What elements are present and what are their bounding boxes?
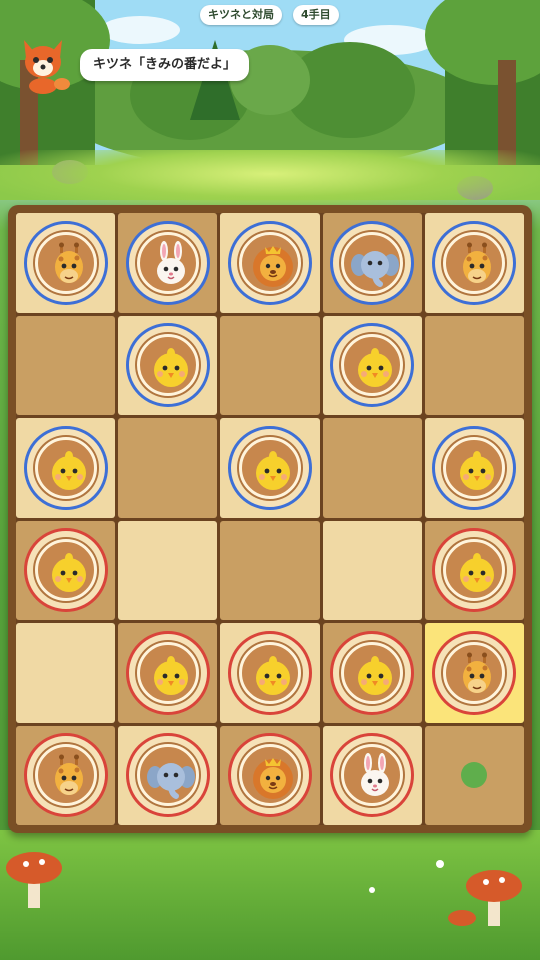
board-cell-r4-c1[interactable] [16, 520, 116, 620]
chick-icon [34, 539, 97, 602]
chick-icon [443, 436, 506, 499]
chick-icon [443, 539, 506, 602]
chick-face [255, 450, 290, 490]
board-cell-r6-c4[interactable] [322, 725, 422, 825]
board-cell-r1-c3[interactable] [220, 213, 320, 313]
chick-icon [341, 641, 404, 704]
blue-elephant-piece[interactable] [330, 220, 415, 305]
chick-icon [34, 436, 97, 499]
rabbit-icon [341, 744, 404, 807]
blue-chick-piece[interactable] [23, 425, 108, 510]
move-counter-badge: 4手目 [293, 5, 339, 25]
rabbit-face [156, 240, 185, 284]
red-elephant-piece[interactable] [125, 733, 210, 818]
board-cell-r5-c3[interactable] [220, 623, 320, 723]
blue-chick-piece[interactable] [227, 425, 312, 510]
board-cell-r3-c3[interactable] [220, 418, 320, 518]
chick-face [460, 450, 495, 490]
board-cell-r2-c5[interactable] [424, 315, 524, 415]
chick-face [358, 655, 393, 695]
board-cell-r5-c1[interactable] [16, 623, 116, 723]
elephant-face [351, 250, 400, 287]
board-cell-r3-c5[interactable] [424, 418, 524, 518]
blue-chick-piece[interactable] [330, 323, 415, 408]
board-cell-r5-c2[interactable] [118, 623, 218, 723]
board-cell-r6-c2[interactable] [118, 725, 218, 825]
giraffe-icon [443, 641, 506, 704]
lion-face [252, 758, 293, 800]
red-chick-piece[interactable] [432, 528, 517, 613]
board-cell-r3-c2[interactable] [118, 418, 218, 518]
chick-face [51, 553, 86, 593]
giraffe-face [54, 754, 83, 796]
blue-chick-piece[interactable] [125, 323, 210, 408]
lion-icon [238, 744, 301, 807]
rabbit-face [361, 753, 390, 797]
chick-face [153, 348, 188, 388]
lion-face [252, 245, 293, 287]
blue-chick-piece[interactable] [432, 425, 517, 510]
board-cell-r4-c2[interactable] [118, 520, 218, 620]
giraffe-icon [34, 744, 97, 807]
board-cell-r2-c2[interactable] [118, 315, 218, 415]
chick-icon [136, 334, 199, 397]
board-grid [16, 213, 524, 825]
red-chick-piece[interactable] [125, 630, 210, 715]
board-cell-r4-c4[interactable] [322, 520, 422, 620]
chick-face [51, 450, 86, 490]
giraffe-face [54, 242, 83, 283]
board-cell-r6-c5[interactable] [424, 725, 524, 825]
board-cell-r4-c3[interactable] [220, 520, 320, 620]
chick-icon [341, 334, 404, 397]
blue-giraffe-piece[interactable] [23, 220, 108, 305]
move-target-dot[interactable] [461, 762, 488, 789]
red-chick-piece[interactable] [227, 630, 312, 715]
opponent-speech-bubble: キツネ「きみの番だよ」 [80, 49, 250, 81]
red-chick-piece[interactable] [330, 630, 415, 715]
red-giraffe-piece[interactable] [23, 733, 108, 818]
board-cell-r2-c1[interactable] [16, 315, 116, 415]
chick-face [153, 655, 188, 695]
elephant-icon [341, 231, 404, 294]
board-cell-r2-c3[interactable] [220, 315, 320, 415]
meadow-light [0, 150, 540, 210]
board-cell-r5-c5[interactable] [424, 623, 524, 723]
game-title-badge: キツネと対局 [200, 5, 282, 25]
chick-face [358, 348, 393, 388]
elephant-icon [136, 744, 199, 807]
game-board [8, 205, 532, 833]
board-cell-r1-c2[interactable] [118, 213, 218, 313]
board-cell-r2-c4[interactable] [322, 315, 422, 415]
elephant-face [146, 763, 195, 800]
red-rabbit-piece[interactable] [330, 733, 415, 818]
board-cell-r1-c5[interactable] [424, 213, 524, 313]
chick-face [255, 655, 290, 695]
board-cell-r3-c4[interactable] [322, 418, 422, 518]
chick-icon [136, 641, 199, 704]
red-lion-piece[interactable] [227, 733, 312, 818]
blue-lion-piece[interactable] [227, 220, 312, 305]
board-cell-r6-c1[interactable] [16, 725, 116, 825]
giraffe-icon [34, 231, 97, 294]
lion-icon [238, 231, 301, 294]
mushrooms-decor [6, 852, 522, 926]
board-cell-r5-c4[interactable] [322, 623, 422, 723]
blue-rabbit-piece[interactable] [125, 220, 210, 305]
red-giraffe-piece[interactable] [432, 630, 517, 715]
board-cell-r1-c4[interactable] [322, 213, 422, 313]
board-cell-r1-c1[interactable] [16, 213, 116, 313]
board-cell-r3-c1[interactable] [16, 418, 116, 518]
giraffe-face [463, 652, 492, 693]
red-chick-piece[interactable] [23, 528, 108, 613]
fox-icon [24, 40, 70, 94]
rabbit-icon [136, 231, 199, 294]
board-cell-r4-c5[interactable] [424, 520, 524, 620]
chick-icon [238, 436, 301, 499]
giraffe-face [463, 242, 492, 283]
giraffe-icon [443, 231, 506, 294]
chick-icon [238, 641, 301, 704]
blue-giraffe-piece[interactable] [432, 220, 517, 305]
chick-face [460, 553, 495, 593]
board-cell-r6-c3[interactable] [220, 725, 320, 825]
